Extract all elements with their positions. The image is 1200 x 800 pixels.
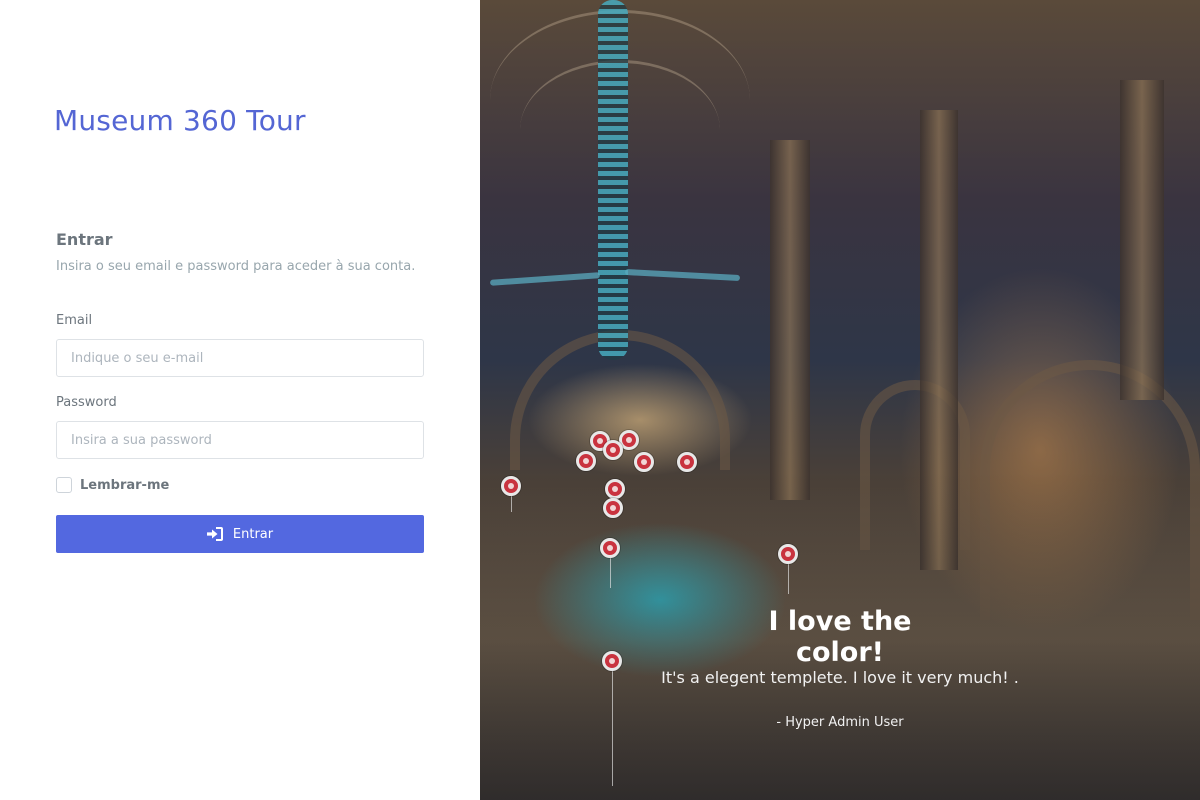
whale-skeleton — [598, 0, 628, 360]
testimonial-quote: It's a elegent templete. I love it very … — [661, 668, 1019, 687]
tour-hotspot[interactable] — [576, 451, 596, 471]
login-submit-button[interactable]: Entrar — [56, 515, 424, 553]
brand-title[interactable]: Museum 360 Tour — [54, 104, 306, 137]
tour-hotspot[interactable] — [602, 651, 622, 671]
testimonial-author: - Hyper Admin User — [776, 715, 904, 730]
tour-hotspot[interactable] — [501, 476, 521, 496]
stone-pillar — [770, 140, 810, 500]
password-label: Password — [56, 395, 117, 410]
tour-hotspot[interactable] — [634, 452, 654, 472]
email-input[interactable] — [56, 339, 424, 377]
form-heading: Entrar — [56, 230, 113, 249]
login-icon — [206, 527, 223, 541]
museum-panorama: I love the color! It's a elegent templet… — [480, 0, 1200, 800]
login-panel: Museum 360 Tour Entrar Insira o seu emai… — [0, 0, 480, 800]
stone-pillar — [1120, 80, 1164, 400]
testimonial-title: I love the color! — [768, 606, 912, 668]
email-label: Email — [56, 313, 93, 328]
tour-hotspot[interactable] — [778, 544, 798, 564]
email-group: Email — [56, 313, 424, 377]
whale-fin — [624, 268, 741, 282]
tour-hotspot[interactable] — [603, 498, 623, 518]
hotspot-stem — [612, 661, 613, 786]
remember-me-row: Lembrar-me — [56, 477, 424, 493]
password-group: Password — [56, 395, 424, 459]
tour-hotspot[interactable] — [600, 538, 620, 558]
remember-me-checkbox[interactable] — [56, 477, 72, 493]
password-input[interactable] — [56, 421, 424, 459]
whale-fin — [489, 272, 601, 286]
tour-hotspot[interactable] — [677, 452, 697, 472]
login-submit-label: Entrar — [232, 526, 274, 542]
tour-hotspot[interactable] — [605, 479, 625, 499]
remember-me-label[interactable]: Lembrar-me — [80, 478, 169, 493]
tour-hotspot[interactable] — [603, 440, 623, 460]
form-subtitle: Insira o seu email e password para acede… — [56, 259, 416, 274]
login-form: Entrar Insira o seu email e password par… — [56, 230, 424, 553]
